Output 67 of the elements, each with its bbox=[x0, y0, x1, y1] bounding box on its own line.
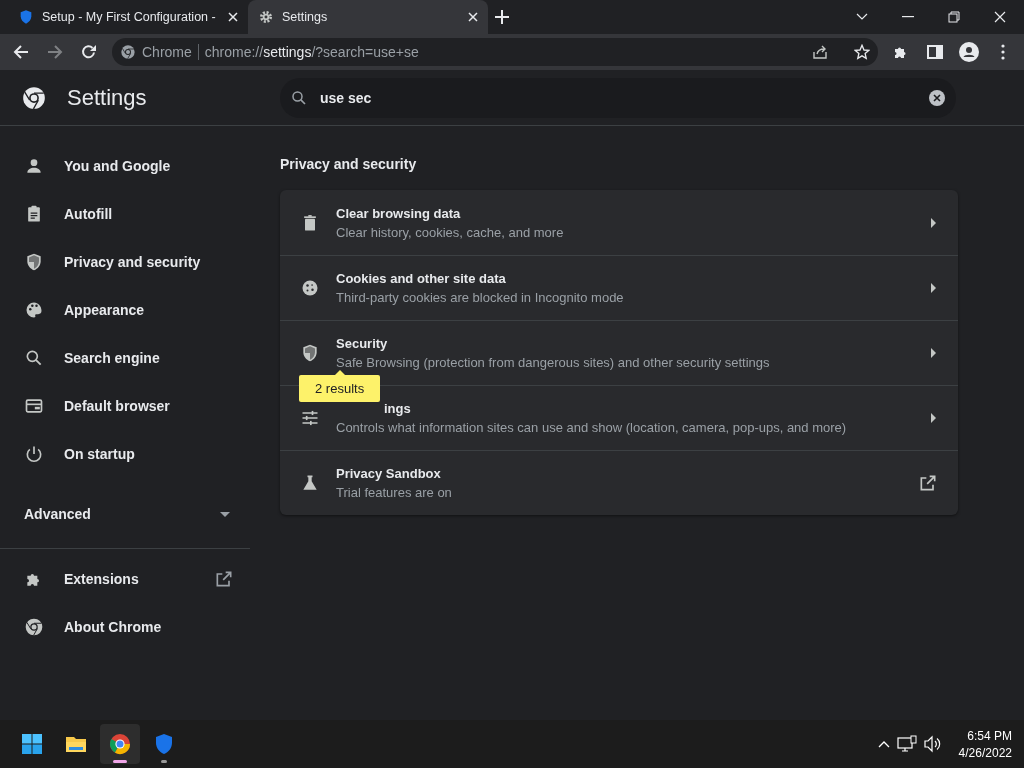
network-icon[interactable] bbox=[896, 735, 917, 753]
flask-icon bbox=[300, 473, 320, 493]
share-icon[interactable] bbox=[812, 44, 828, 60]
plus-icon[interactable] bbox=[495, 10, 509, 24]
search-field[interactable]: use sec bbox=[280, 77, 956, 118]
sidebar-item[interactable]: About Chrome bbox=[0, 603, 250, 651]
reload-icon[interactable] bbox=[81, 44, 97, 60]
arrow-right-icon bbox=[931, 217, 936, 228]
sidebar-item[interactable]: Autofill bbox=[0, 190, 250, 238]
close-icon[interactable] bbox=[994, 11, 1006, 23]
sidebar-item[interactable]: You and Google bbox=[0, 142, 250, 190]
search-icon bbox=[24, 348, 44, 368]
close-icon[interactable] bbox=[228, 12, 238, 22]
chevron-down-icon[interactable] bbox=[856, 13, 868, 21]
shield-icon bbox=[300, 343, 320, 363]
site-label: Chrome bbox=[142, 44, 192, 60]
palette-icon bbox=[24, 300, 44, 320]
gear-icon bbox=[258, 9, 274, 25]
search-icon bbox=[290, 88, 308, 107]
address-bar[interactable]: Chrome chrome://settings/?search=use+se bbox=[112, 38, 878, 66]
clock-time[interactable]: 6:54 PM bbox=[967, 728, 1012, 743]
url-text: chrome://settings/?search=use+se bbox=[204, 44, 419, 60]
minimize-icon[interactable] bbox=[902, 16, 914, 18]
external-link-icon bbox=[918, 473, 938, 493]
menu-icon[interactable] bbox=[1001, 44, 1005, 60]
external-link-icon bbox=[214, 569, 234, 589]
arrow-right-icon bbox=[931, 348, 936, 358]
settings-row[interactable]: Cookies and other site data Third-party cookies are blocked in Incognito mode bbox=[280, 255, 958, 320]
profile-avatar-icon[interactable] bbox=[959, 42, 979, 62]
side-panel-icon[interactable] bbox=[927, 44, 943, 60]
page-title: Settings bbox=[67, 84, 147, 111]
sidebar-item[interactable]: Privacy and security bbox=[0, 238, 250, 286]
person-icon bbox=[24, 156, 44, 176]
arrow-right-icon bbox=[931, 283, 936, 293]
windows-start-icon bbox=[20, 732, 44, 756]
sidebar-item[interactable]: Extensions bbox=[0, 555, 250, 603]
back-arrow-icon[interactable] bbox=[13, 44, 29, 60]
chrome-logo-icon bbox=[24, 617, 44, 637]
bookmark-star-icon[interactable] bbox=[854, 44, 870, 60]
browser-tab[interactable]: Setup - My First Configuration - bbox=[8, 0, 248, 34]
clear-search-icon[interactable] bbox=[928, 88, 946, 107]
settings-row[interactable]: Privacy Sandbox Trial features are on bbox=[280, 450, 958, 515]
advanced-toggle[interactable]: Advanced bbox=[0, 486, 250, 542]
arrow-right-icon bbox=[931, 413, 936, 423]
cookie-icon bbox=[300, 278, 320, 298]
restore-icon[interactable] bbox=[948, 11, 960, 23]
power-icon bbox=[24, 444, 44, 464]
sidebar-item[interactable]: On startup bbox=[0, 430, 250, 478]
settings-row[interactable]: Clear browsing data Clear history, cookies, cache, and more bbox=[280, 190, 958, 255]
volume-icon[interactable] bbox=[922, 735, 943, 753]
clock-date[interactable]: 4/26/2022 bbox=[958, 745, 1012, 760]
caret-icon bbox=[220, 511, 230, 517]
sliders-icon bbox=[300, 408, 320, 428]
sidebar-item[interactable]: Appearance bbox=[0, 286, 250, 334]
sidebar-item[interactable]: Search engine bbox=[0, 334, 250, 382]
section-title: Privacy and security bbox=[280, 156, 418, 172]
shield-icon bbox=[24, 252, 44, 272]
sidebar-item[interactable]: Default browser bbox=[0, 382, 250, 430]
forward-arrow-icon[interactable] bbox=[47, 44, 63, 60]
shield-icon bbox=[18, 9, 34, 25]
taskbar-app[interactable] bbox=[100, 724, 140, 764]
close-icon[interactable] bbox=[468, 12, 478, 22]
browser-tab[interactable]: Settings bbox=[248, 0, 488, 34]
chrome-logo-icon bbox=[120, 44, 136, 60]
chrome-logo-icon bbox=[108, 732, 132, 756]
chrome-logo-icon bbox=[21, 84, 47, 111]
browser-window-icon bbox=[24, 396, 44, 416]
